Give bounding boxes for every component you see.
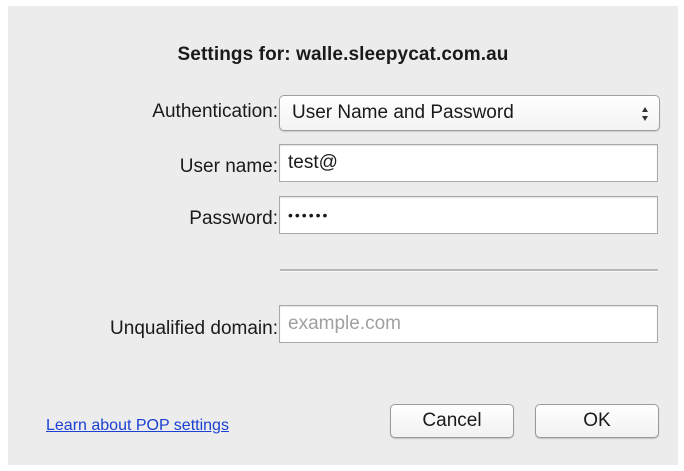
unqualified-domain-label: Unqualified domain: (110, 318, 278, 339)
username-label: User name: (179, 156, 278, 177)
authentication-selected-value: User Name and Password (292, 102, 514, 123)
pop-settings-dialog: Settings for: walle.sleepycat.com.au Aut… (8, 6, 678, 465)
password-field[interactable]: •••••• (279, 196, 658, 234)
unqualified-domain-field[interactable]: example.com (279, 305, 658, 343)
authentication-popup[interactable]: User Name and Password (279, 95, 660, 131)
separator (280, 269, 658, 272)
username-field[interactable]: test@ (279, 144, 658, 182)
ok-button[interactable]: OK (535, 404, 659, 438)
username-value: test@ (288, 152, 338, 173)
learn-about-pop-link[interactable]: Learn about POP settings (46, 417, 229, 435)
dialog-title: Settings for: walle.sleepycat.com.au (177, 44, 509, 65)
unqualified-domain-placeholder: example.com (288, 313, 401, 334)
password-label: Password: (189, 208, 278, 229)
cancel-button[interactable]: Cancel (390, 404, 514, 438)
up-down-arrows-icon (642, 107, 648, 121)
password-value: •••••• (288, 207, 330, 223)
authentication-label: Authentication: (152, 101, 278, 122)
